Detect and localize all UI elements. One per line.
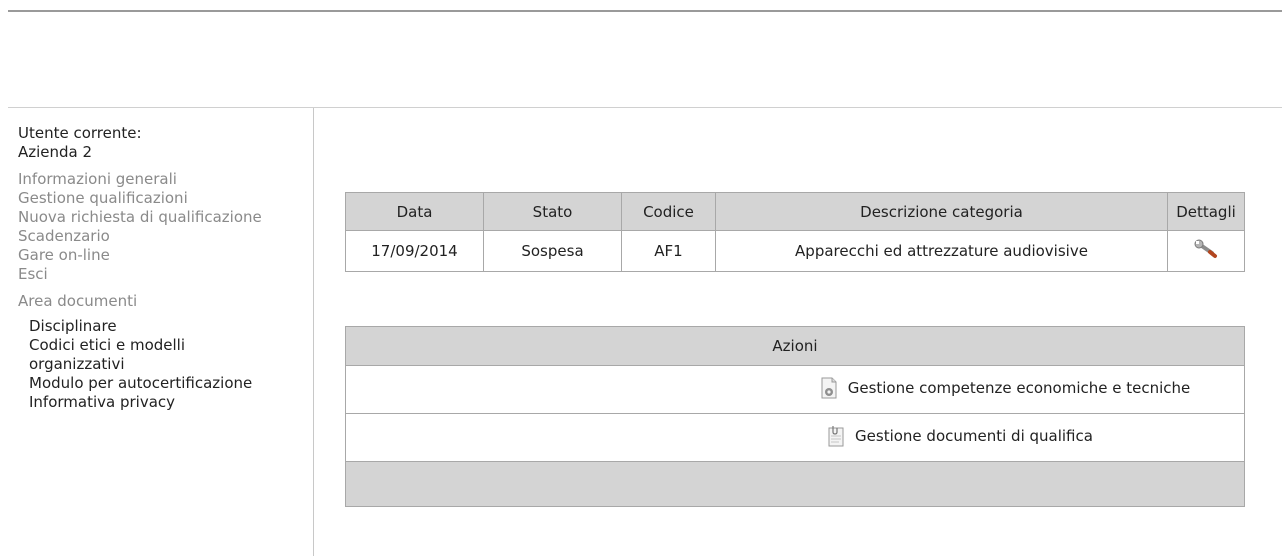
current-user-name: Azienda 2 [18,143,93,161]
documents-list: Disciplinare Codici etici e modelli orga… [18,317,308,412]
action-label: Gestione competenze economiche e tecnich… [847,378,1191,397]
nav-scadenzario[interactable]: Scadenzario [18,227,308,246]
cell-stato: Sospesa [483,230,622,272]
column-header-descrizione: Descrizione categoria [715,192,1168,231]
doc-informativa-privacy[interactable]: Informativa privacy [29,393,308,412]
cell-data: 17/09/2014 [345,230,484,272]
wrench-icon[interactable] [1193,239,1219,259]
actions-header-row: Azioni [345,326,1245,366]
header-divider [8,107,1282,108]
documents-title: Area documenti [18,292,138,310]
table-row: 17/09/2014 Sospesa AF1 Apparecchi ed att… [345,230,1245,272]
current-user: Utente corrente: Azienda 2 [18,124,308,162]
sidebar: Utente corrente: Azienda 2 Informazioni … [18,124,308,412]
nav-nuova-richiesta[interactable]: Nuova richiesta di qualificazione [18,208,308,227]
doc-codici-etici[interactable]: Codici etici e modelli organizzativi [29,336,229,374]
actions-table: Azioni Gestione competenze economiche e … [345,326,1245,507]
cell-dettagli [1167,230,1245,272]
qualifications-table: Data Stato Codice Descrizione categoria … [345,192,1245,272]
action-row: Gestione documenti di qualifica [345,413,1245,462]
actions-header: Azioni [345,326,1245,366]
column-header-dettagli: Dettagli [1167,192,1245,231]
action-gestione-competenze[interactable]: Gestione competenze economiche e tecnich… [820,377,1191,399]
nav-informazioni-generali[interactable]: Informazioni generali [18,170,308,189]
table-header-row: Data Stato Codice Descrizione categoria … [345,192,1245,231]
column-header-data: Data [345,192,484,231]
cell-codice: AF1 [621,230,716,272]
cell-descrizione: Apparecchi ed attrezzature audiovisive [715,230,1168,272]
sidebar-divider [313,108,314,556]
main-nav: Informazioni generali Gestione qualifica… [18,170,308,284]
nav-gare-online[interactable]: Gare on-line [18,246,308,265]
doc-modulo-autocertificazione[interactable]: Modulo per autocertificazione [29,374,308,393]
nav-gestione-qualificazioni[interactable]: Gestione qualificazioni [18,189,308,208]
nav-esci[interactable]: Esci [18,265,308,284]
current-user-label: Utente corrente: [18,124,142,142]
top-divider [8,10,1282,12]
action-label: Gestione documenti di qualifica [855,426,1093,445]
document-gear-icon [820,377,838,399]
doc-disciplinare[interactable]: Disciplinare [29,317,308,336]
column-header-stato: Stato [483,192,622,231]
actions-footer-row [345,461,1245,507]
document-clip-icon [827,425,845,447]
column-header-codice: Codice [621,192,716,231]
action-row: Gestione competenze economiche e tecnich… [345,365,1245,414]
action-gestione-documenti[interactable]: Gestione documenti di qualifica [827,425,1093,447]
